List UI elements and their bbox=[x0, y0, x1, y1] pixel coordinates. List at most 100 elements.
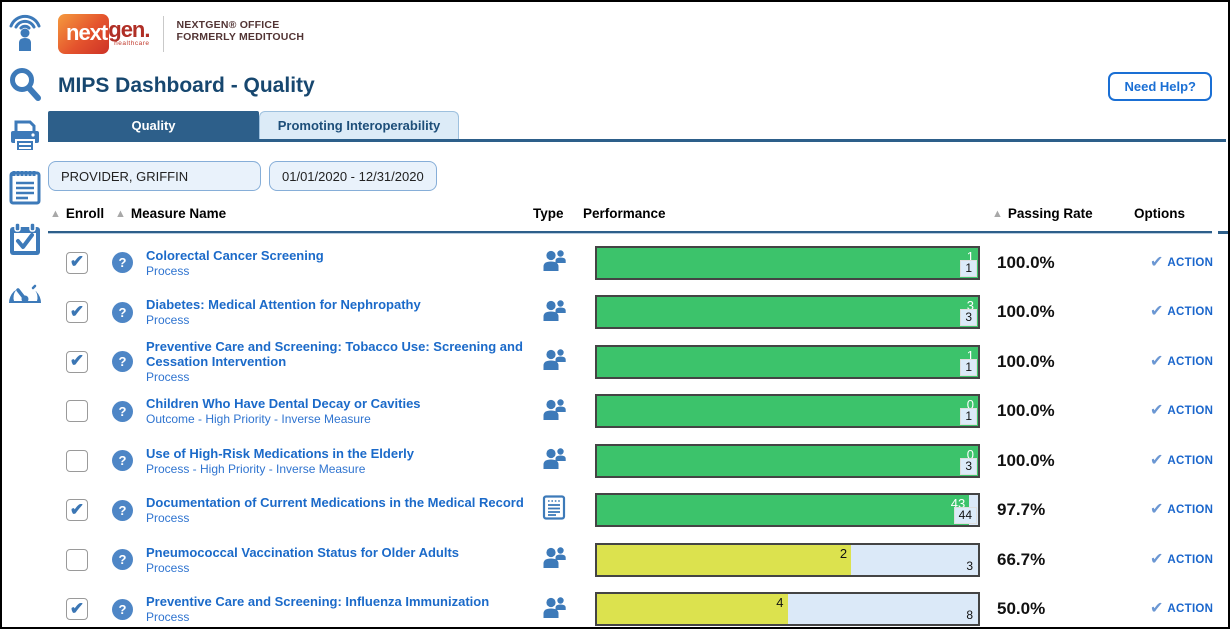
action-button[interactable]: ✔ ACTION bbox=[1142, 354, 1226, 370]
main-content: next gen. healthcare NEXTGEN® OFFICE FOR… bbox=[48, 2, 1226, 627]
measure-subtype-label: Process bbox=[146, 264, 189, 278]
enroll-checkbox[interactable]: ✔ bbox=[66, 450, 88, 472]
action-label: ACTION bbox=[1167, 554, 1213, 566]
measure-help-icon[interactable]: ? bbox=[112, 549, 133, 570]
telehealth-broadcast-icon[interactable] bbox=[7, 10, 43, 52]
checkbox-check-icon: ✔ bbox=[70, 501, 84, 518]
header-divider bbox=[48, 231, 1226, 234]
enroll-checkbox[interactable]: ✔ bbox=[66, 549, 88, 571]
performance-bar-fill: 3 bbox=[597, 297, 978, 327]
enroll-checkbox[interactable]: ✔ bbox=[66, 400, 88, 422]
performance-bar: 4 8 bbox=[595, 592, 980, 626]
logo-text-healthcare: healthcare bbox=[108, 40, 149, 47]
performance-bar: 1 1 bbox=[595, 246, 980, 280]
measure-help-icon[interactable]: ? bbox=[112, 252, 133, 273]
measure-name-link[interactable]: Preventive Care and Screening: Tobacco U… bbox=[146, 339, 535, 369]
action-button[interactable]: ✔ ACTION bbox=[1142, 502, 1226, 518]
action-button[interactable]: ✔ ACTION bbox=[1142, 304, 1226, 320]
action-label: ACTION bbox=[1167, 504, 1213, 516]
action-label: ACTION bbox=[1167, 257, 1213, 269]
denominator-label: 1 bbox=[960, 408, 977, 425]
checkbox-check-icon: ✔ bbox=[70, 352, 84, 369]
column-performance: Performance bbox=[583, 206, 666, 221]
print-icon[interactable] bbox=[7, 118, 43, 154]
column-enroll[interactable]: ▲Enroll bbox=[50, 206, 104, 221]
measure-name-link[interactable]: Documentation of Current Medications in … bbox=[146, 495, 524, 510]
checkbox-check-icon: ✔ bbox=[70, 253, 84, 270]
enroll-checkbox[interactable]: ✔ bbox=[66, 252, 88, 274]
action-check-icon: ✔ bbox=[1150, 304, 1163, 320]
tab-quality[interactable]: Quality bbox=[48, 111, 259, 139]
sort-asc-icon[interactable]: ▲ bbox=[115, 208, 126, 220]
column-type: Type bbox=[533, 206, 564, 221]
performance-bar-fill: 43 bbox=[597, 495, 969, 525]
column-passing-rate[interactable]: ▲Passing Rate bbox=[992, 206, 1093, 221]
performance-bar: 43 44 bbox=[595, 493, 980, 527]
measure-help-icon[interactable]: ? bbox=[112, 500, 133, 521]
action-check-icon: ✔ bbox=[1150, 403, 1163, 419]
passing-rate-value: 50.0% bbox=[997, 599, 1045, 619]
performance-bar-fill: 2 bbox=[597, 545, 851, 575]
logo-divider bbox=[163, 16, 164, 52]
denominator-label: 3 bbox=[962, 559, 977, 574]
column-measure-name[interactable]: ▲Measure Name bbox=[115, 206, 226, 221]
measure-help-icon[interactable]: ? bbox=[112, 351, 133, 372]
enroll-checkbox[interactable]: ✔ bbox=[66, 499, 88, 521]
filter-bar: PROVIDER, GRIFFIN 01/01/2020 - 12/31/202… bbox=[48, 161, 1226, 191]
performance-bar: 0 1 bbox=[595, 394, 980, 428]
search-icon[interactable] bbox=[7, 65, 43, 105]
denominator-label: 1 bbox=[960, 359, 977, 376]
provider-filter[interactable]: PROVIDER, GRIFFIN bbox=[48, 161, 261, 191]
tab-bar: Quality Promoting Interoperability bbox=[48, 111, 1226, 139]
measure-name-link[interactable]: Pneumococcal Vaccination Status for Olde… bbox=[146, 545, 459, 560]
measure-subtype-label: Process bbox=[146, 313, 189, 327]
table-row: ✔ ? Preventive Care and Screening: Tobac… bbox=[48, 337, 1226, 387]
tab-underline bbox=[48, 139, 1226, 142]
measure-name-link[interactable]: Children Who Have Dental Decay or Caviti… bbox=[146, 396, 421, 411]
date-range-filter[interactable]: 01/01/2020 - 12/31/2020 bbox=[269, 161, 437, 191]
measure-subtype-label: Process bbox=[146, 610, 189, 624]
measure-name-link[interactable]: Colorectal Cancer Screening bbox=[146, 248, 324, 263]
measure-help-icon[interactable]: ? bbox=[112, 401, 133, 422]
action-button[interactable]: ✔ ACTION bbox=[1142, 453, 1226, 469]
action-button[interactable]: ✔ ACTION bbox=[1142, 403, 1226, 419]
calendar-check-icon[interactable] bbox=[7, 220, 43, 260]
action-check-icon: ✔ bbox=[1150, 552, 1163, 568]
action-button[interactable]: ✔ ACTION bbox=[1142, 601, 1226, 617]
sort-asc-icon[interactable]: ▲ bbox=[992, 208, 1003, 220]
denominator-label: 3 bbox=[960, 458, 977, 475]
enroll-checkbox[interactable]: ✔ bbox=[66, 301, 88, 323]
measure-help-icon[interactable]: ? bbox=[112, 450, 133, 471]
page-title: MIPS Dashboard - Quality bbox=[58, 74, 1226, 98]
passing-rate-value: 100.0% bbox=[997, 253, 1055, 273]
passing-rate-value: 100.0% bbox=[997, 451, 1055, 471]
performance-bar: 2 3 bbox=[595, 543, 980, 577]
action-check-icon: ✔ bbox=[1150, 453, 1163, 469]
notes-icon[interactable] bbox=[7, 167, 43, 207]
measure-subtype-label: Process bbox=[146, 561, 189, 575]
table-row: ✔ ? Children Who Have Dental Decay or Ca… bbox=[48, 387, 1226, 437]
measure-help-icon[interactable]: ? bbox=[112, 599, 133, 620]
measure-name-link[interactable]: Diabetes: Medical Attention for Nephropa… bbox=[146, 297, 421, 312]
people-type-icon bbox=[541, 544, 568, 575]
passing-rate-value: 100.0% bbox=[997, 401, 1055, 421]
sort-asc-icon[interactable]: ▲ bbox=[50, 208, 61, 220]
brand-header: next gen. healthcare NEXTGEN® OFFICE FOR… bbox=[58, 14, 1226, 60]
measure-name-link[interactable]: Use of High-Risk Medications in the Elde… bbox=[146, 446, 414, 461]
measure-subtype-label: Process - High Priority - Inverse Measur… bbox=[146, 462, 365, 476]
action-button[interactable]: ✔ ACTION bbox=[1142, 255, 1226, 271]
table-header: ▲Enroll ▲Measure Name Type Performance ▲… bbox=[48, 206, 1226, 228]
need-help-button[interactable]: Need Help? bbox=[1108, 72, 1212, 101]
left-icon-rail bbox=[2, 2, 48, 627]
action-button[interactable]: ✔ ACTION bbox=[1142, 552, 1226, 568]
measure-name-link[interactable]: Preventive Care and Screening: Influenza… bbox=[146, 594, 489, 609]
tab-promoting-interoperability[interactable]: Promoting Interoperability bbox=[259, 111, 459, 139]
action-label: ACTION bbox=[1167, 603, 1213, 615]
enroll-checkbox[interactable]: ✔ bbox=[66, 598, 88, 620]
enroll-checkbox[interactable]: ✔ bbox=[66, 351, 88, 373]
dashboard-gauge-icon[interactable] bbox=[6, 273, 44, 309]
numerator-label: 2 bbox=[840, 546, 847, 561]
measure-help-icon[interactable]: ? bbox=[112, 302, 133, 323]
performance-bar-fill: 1 bbox=[597, 248, 978, 278]
denominator-label: 3 bbox=[960, 309, 977, 326]
